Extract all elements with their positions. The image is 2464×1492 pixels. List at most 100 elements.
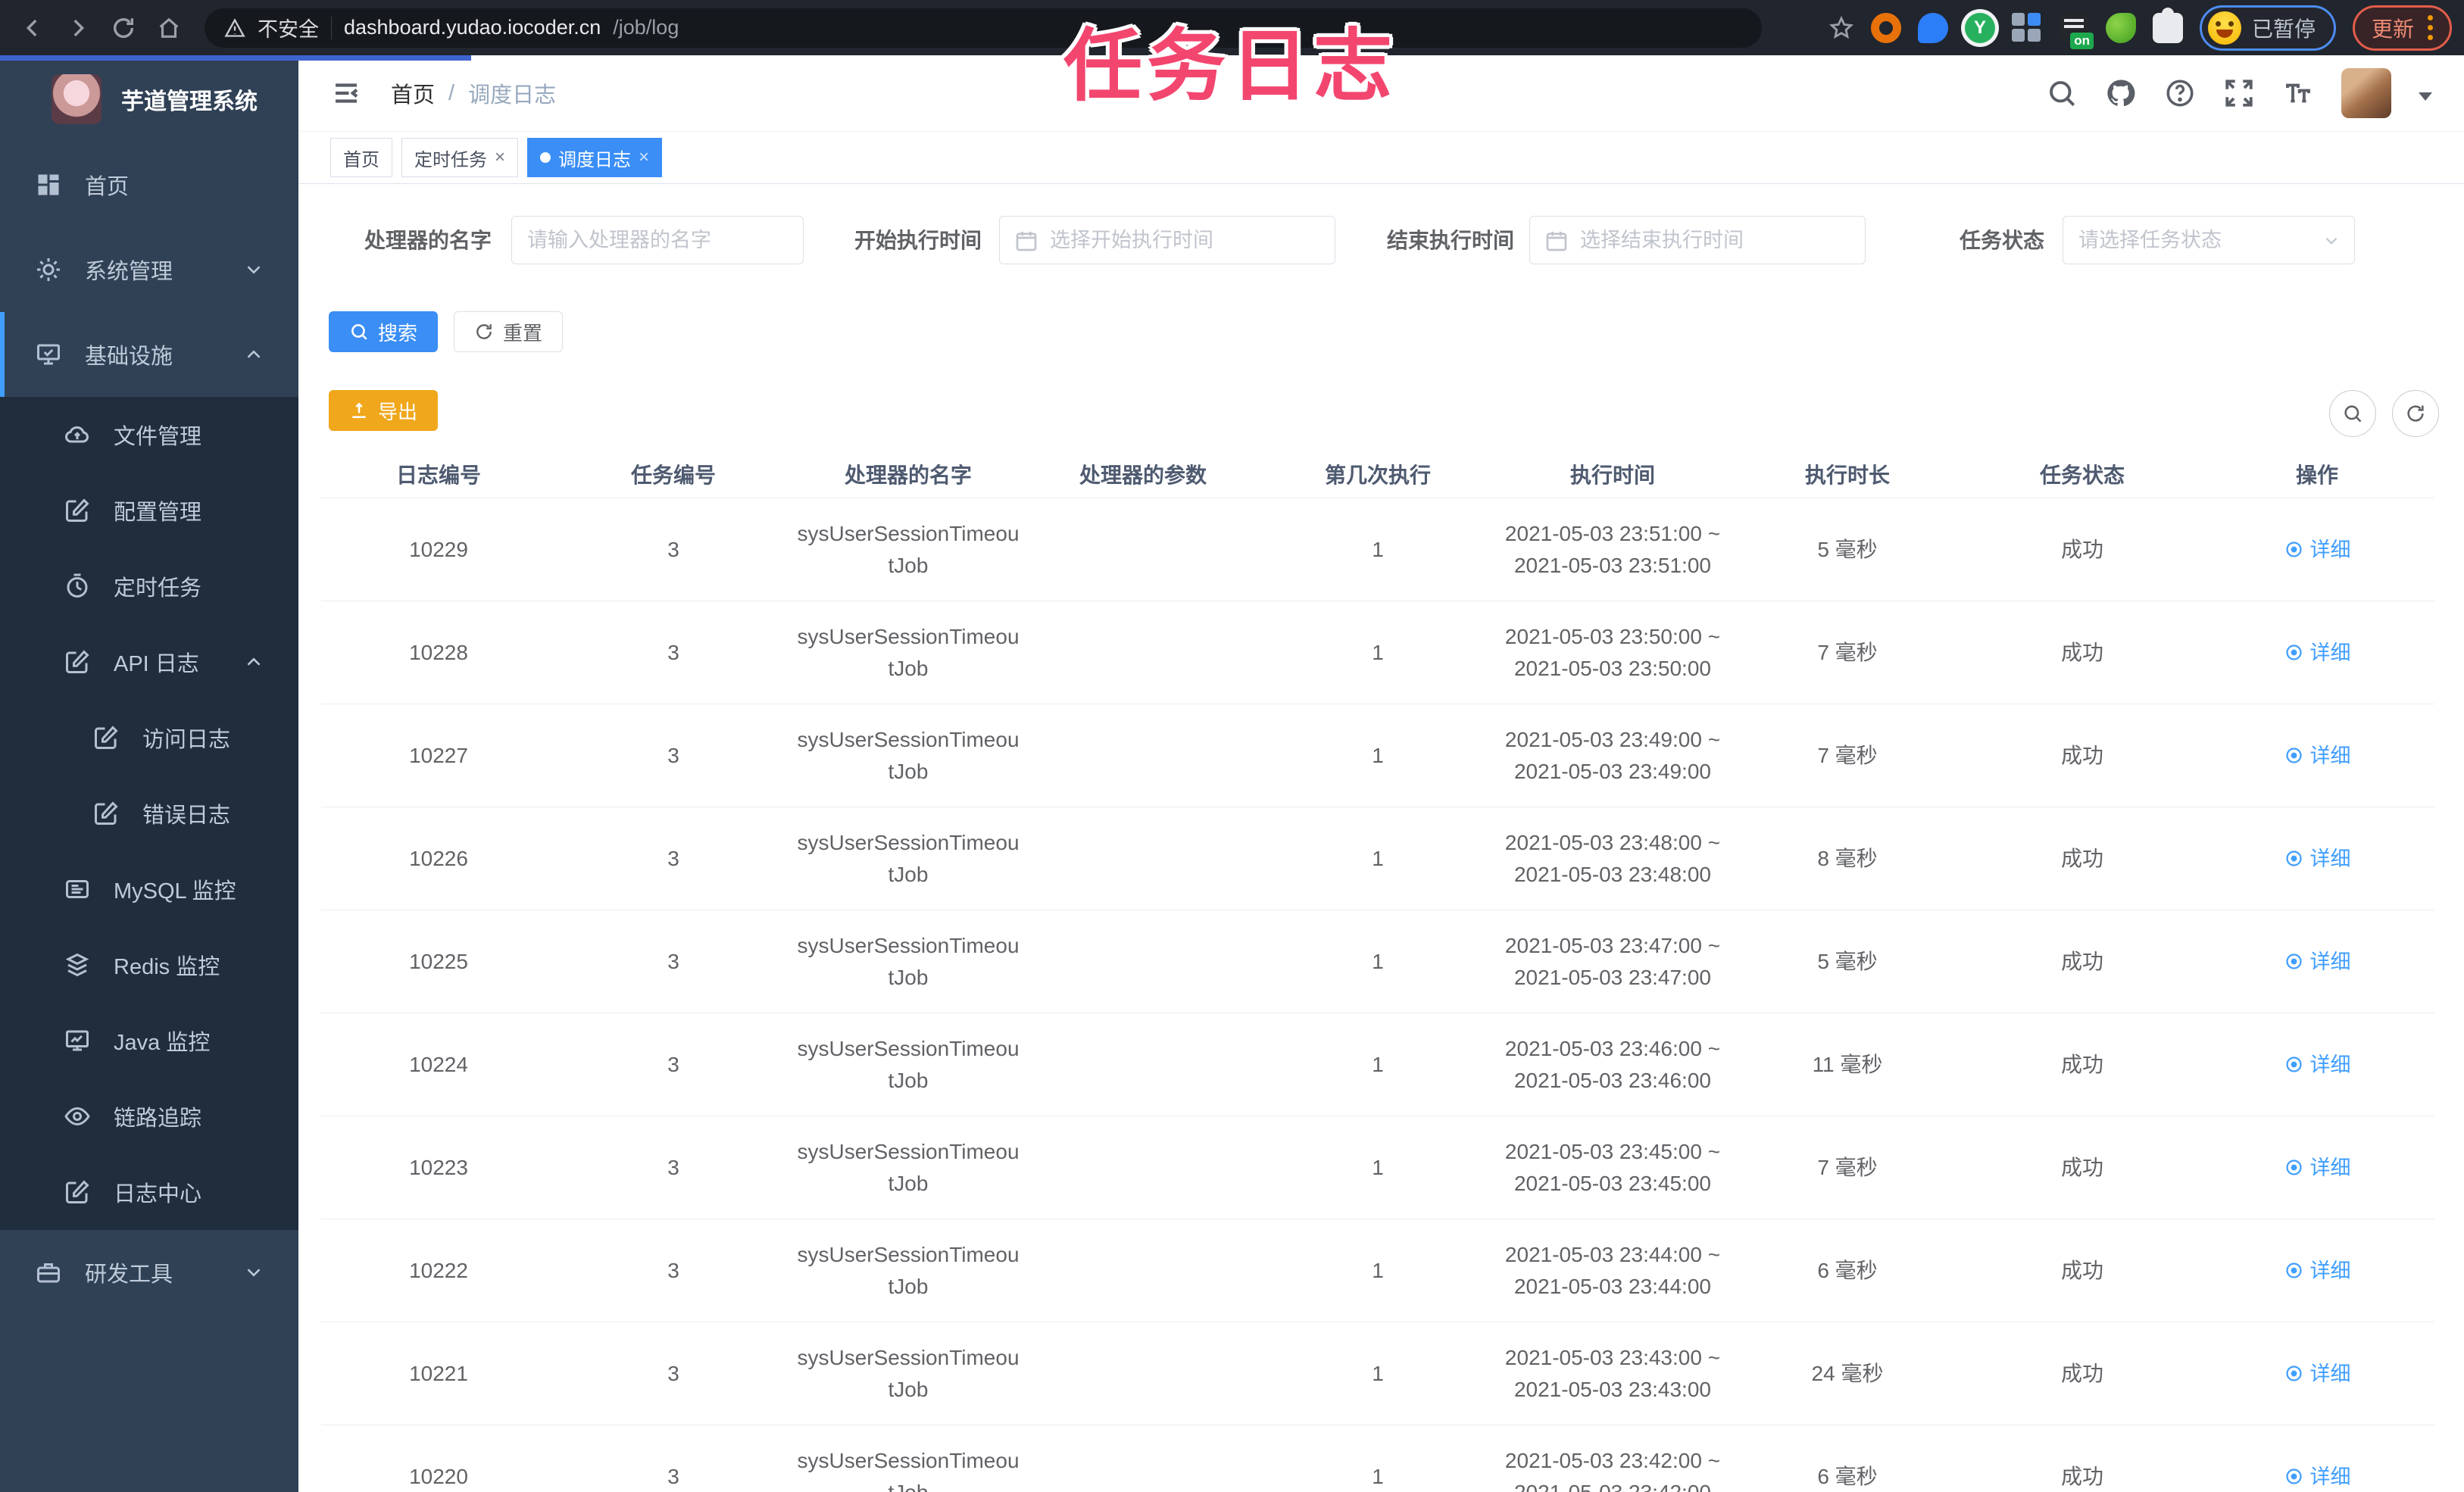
profile-paused-badge[interactable]: 已暂停 [2199, 5, 2336, 51]
sidebar-item-mysql[interactable]: MySQL 监控 [0, 851, 298, 927]
on-badge: on [2070, 32, 2094, 49]
main-area: 首页 / 调度日志 首页 定时任务 × 调度日志 × 处理器的名字 请输入处理器… [298, 55, 2464, 1492]
cell-execute-time: 2021-05-03 23:45:00 ~2021-05-03 23:45:00 [1504, 1139, 1721, 1195]
font-size-icon[interactable] [2282, 77, 2314, 109]
browser-back-icon[interactable] [12, 8, 53, 48]
start-time-input[interactable] [999, 216, 1335, 264]
sidebar-item-access-log[interactable]: 访问日志 [0, 700, 298, 776]
cell-duration: 7 毫秒 [1817, 640, 1878, 664]
export-button[interactable]: 导出 [329, 390, 439, 431]
tab-调度日志[interactable]: 调度日志 × [527, 138, 663, 177]
sidebar-item-redis[interactable]: Redis 监控 [0, 927, 298, 1003]
cell-execute-index: 1 [1372, 1052, 1384, 1076]
sidebar-item-system[interactable]: 系统管理 [0, 227, 298, 312]
cell-execute-index: 1 [1372, 537, 1384, 561]
extensions-puzzle-icon[interactable] [2152, 7, 2183, 43]
extension-green-leaf-icon[interactable] [2105, 12, 2136, 43]
update-label: 更新 [2371, 17, 2414, 41]
sidebar-item-config[interactable]: 配置管理 [0, 473, 298, 548]
detail-link[interactable]: 详细 [2284, 637, 2351, 669]
sidebar-item-label: 配置管理 [114, 501, 202, 525]
detail-link[interactable]: 详细 [2284, 1461, 2351, 1492]
detail-link[interactable]: 详细 [2284, 1152, 2351, 1184]
sidebar-item-api-log[interactable]: API 日志 [0, 624, 298, 700]
end-time-input[interactable] [1529, 216, 1866, 264]
editdoc-icon [92, 724, 120, 751]
toggle-search-button[interactable] [2329, 390, 2376, 437]
browser-forward-icon[interactable] [58, 8, 98, 48]
browser-reload-icon[interactable] [103, 8, 144, 48]
sidebar-item-error-log[interactable]: 错误日志 [0, 776, 298, 851]
address-bar[interactable]: 不安全 dashboard.yudao.iocoder.cn /job/log [205, 8, 1762, 48]
user-avatar[interactable] [2341, 68, 2391, 118]
search-icon[interactable] [2046, 77, 2078, 109]
cell-actions: 详细 [2200, 1461, 2434, 1492]
profile-emoji-avatar [2207, 11, 2241, 45]
detail-link[interactable]: 详细 [2284, 740, 2351, 772]
sidebar-item-infra[interactable]: 基础设施 [0, 312, 298, 397]
chrome-update-button[interactable]: 更新 [2352, 5, 2452, 51]
paused-label: 已暂停 [2251, 17, 2316, 41]
sidebar-item-devtools[interactable]: 研发工具 [0, 1230, 298, 1315]
cell-status: 成功 [2060, 640, 2103, 664]
url-host: dashboard.yudao.iocoder.cn [344, 16, 601, 39]
sidebar-item-job[interactable]: 定时任务 [0, 548, 298, 624]
cell-execute-time: 2021-05-03 23:43:00 ~2021-05-03 23:43:00 [1504, 1345, 1721, 1401]
tab-close-icon[interactable]: × [639, 148, 649, 167]
tab-首页[interactable]: 首页 [330, 138, 392, 177]
cell-status: 成功 [2060, 1155, 2103, 1179]
chevron-down-icon [242, 1261, 265, 1284]
search-button[interactable]: 搜索 [329, 311, 439, 352]
column-header: 执行时间 [1569, 464, 1655, 487]
detail-link[interactable]: 详细 [2284, 843, 2351, 875]
cell-log-id: 10228 [409, 640, 468, 664]
detail-link[interactable]: 详细 [2284, 1049, 2351, 1081]
detail-link[interactable]: 详细 [2284, 946, 2351, 978]
sidebar-item-file[interactable]: 文件管理 [0, 397, 298, 473]
reset-button[interactable]: 重置 [454, 311, 564, 352]
help-question-icon[interactable] [2164, 77, 2196, 109]
table-row: 10222 3 sysUserSessionTimeoutJob 1 2021-05-0… [321, 1219, 2434, 1322]
extension-blue-drop-icon[interactable] [1917, 12, 1948, 43]
cell-task-id: 3 [667, 846, 679, 870]
cell-execute-index: 1 [1372, 1464, 1384, 1488]
extension-grid-icon[interactable] [2011, 12, 2042, 43]
cell-execute-index: 1 [1372, 1155, 1384, 1179]
extension-green-y-icon[interactable]: Y [1964, 12, 1995, 43]
breadcrumb: 首页 / 调度日志 [391, 77, 556, 109]
cell-execute-time: 2021-05-03 23:50:00 ~2021-05-03 23:50:00 [1504, 624, 1721, 680]
cell-duration: 7 毫秒 [1817, 743, 1878, 767]
sidebar-item-home[interactable]: 首页 [0, 142, 298, 227]
browser-menu-kebab-icon[interactable] [2428, 15, 2433, 40]
sidebar-toggle-hamburger-icon[interactable] [330, 77, 362, 109]
cell-log-id: 10227 [409, 743, 468, 767]
avatar-caret-down-icon[interactable] [2419, 92, 2432, 101]
handler-name-input[interactable] [511, 216, 804, 264]
fullscreen-icon[interactable] [2223, 77, 2255, 109]
column-header: 处理器的参数 [1079, 464, 1207, 487]
mysql-icon [64, 876, 91, 903]
job-status-input[interactable] [2063, 216, 2355, 264]
refresh-table-button[interactable] [2392, 390, 2439, 437]
browser-home-icon[interactable] [148, 8, 189, 48]
tab-close-icon[interactable]: × [495, 148, 505, 167]
github-icon[interactable] [2105, 77, 2137, 109]
detail-link[interactable]: 详细 [2284, 534, 2351, 566]
detail-link[interactable]: 详细 [2284, 1255, 2351, 1287]
bookmark-star-icon[interactable] [1828, 15, 1854, 41]
cell-handler-name: sysUserSessionTimeoutJob [797, 521, 1020, 577]
sidebar-item-java[interactable]: Java 监控 [0, 1003, 298, 1078]
tab-定时任务[interactable]: 定时任务 × [401, 138, 519, 177]
breadcrumb-home[interactable]: 首页 [391, 77, 435, 109]
cell-execute-time: 2021-05-03 23:46:00 ~2021-05-03 23:46:00 [1504, 1036, 1721, 1092]
sidebar-item-trace[interactable]: 链路追踪 [0, 1078, 298, 1154]
extension-on-badge-icon[interactable]: on [2058, 12, 2094, 49]
cell-handler-name: sysUserSessionTimeoutJob [797, 727, 1020, 783]
detail-link[interactable]: 详细 [2284, 1358, 2351, 1390]
search-button-label: 搜索 [378, 321, 418, 345]
security-label[interactable]: 不安全 [258, 13, 319, 42]
extension-orange-icon[interactable] [1870, 12, 1901, 43]
sidebar-item-label: 日志中心 [114, 1182, 202, 1206]
sidebar-logo-row[interactable]: 芋道管理系统 [0, 55, 298, 142]
sidebar-item-log-center[interactable]: 日志中心 [0, 1154, 298, 1230]
